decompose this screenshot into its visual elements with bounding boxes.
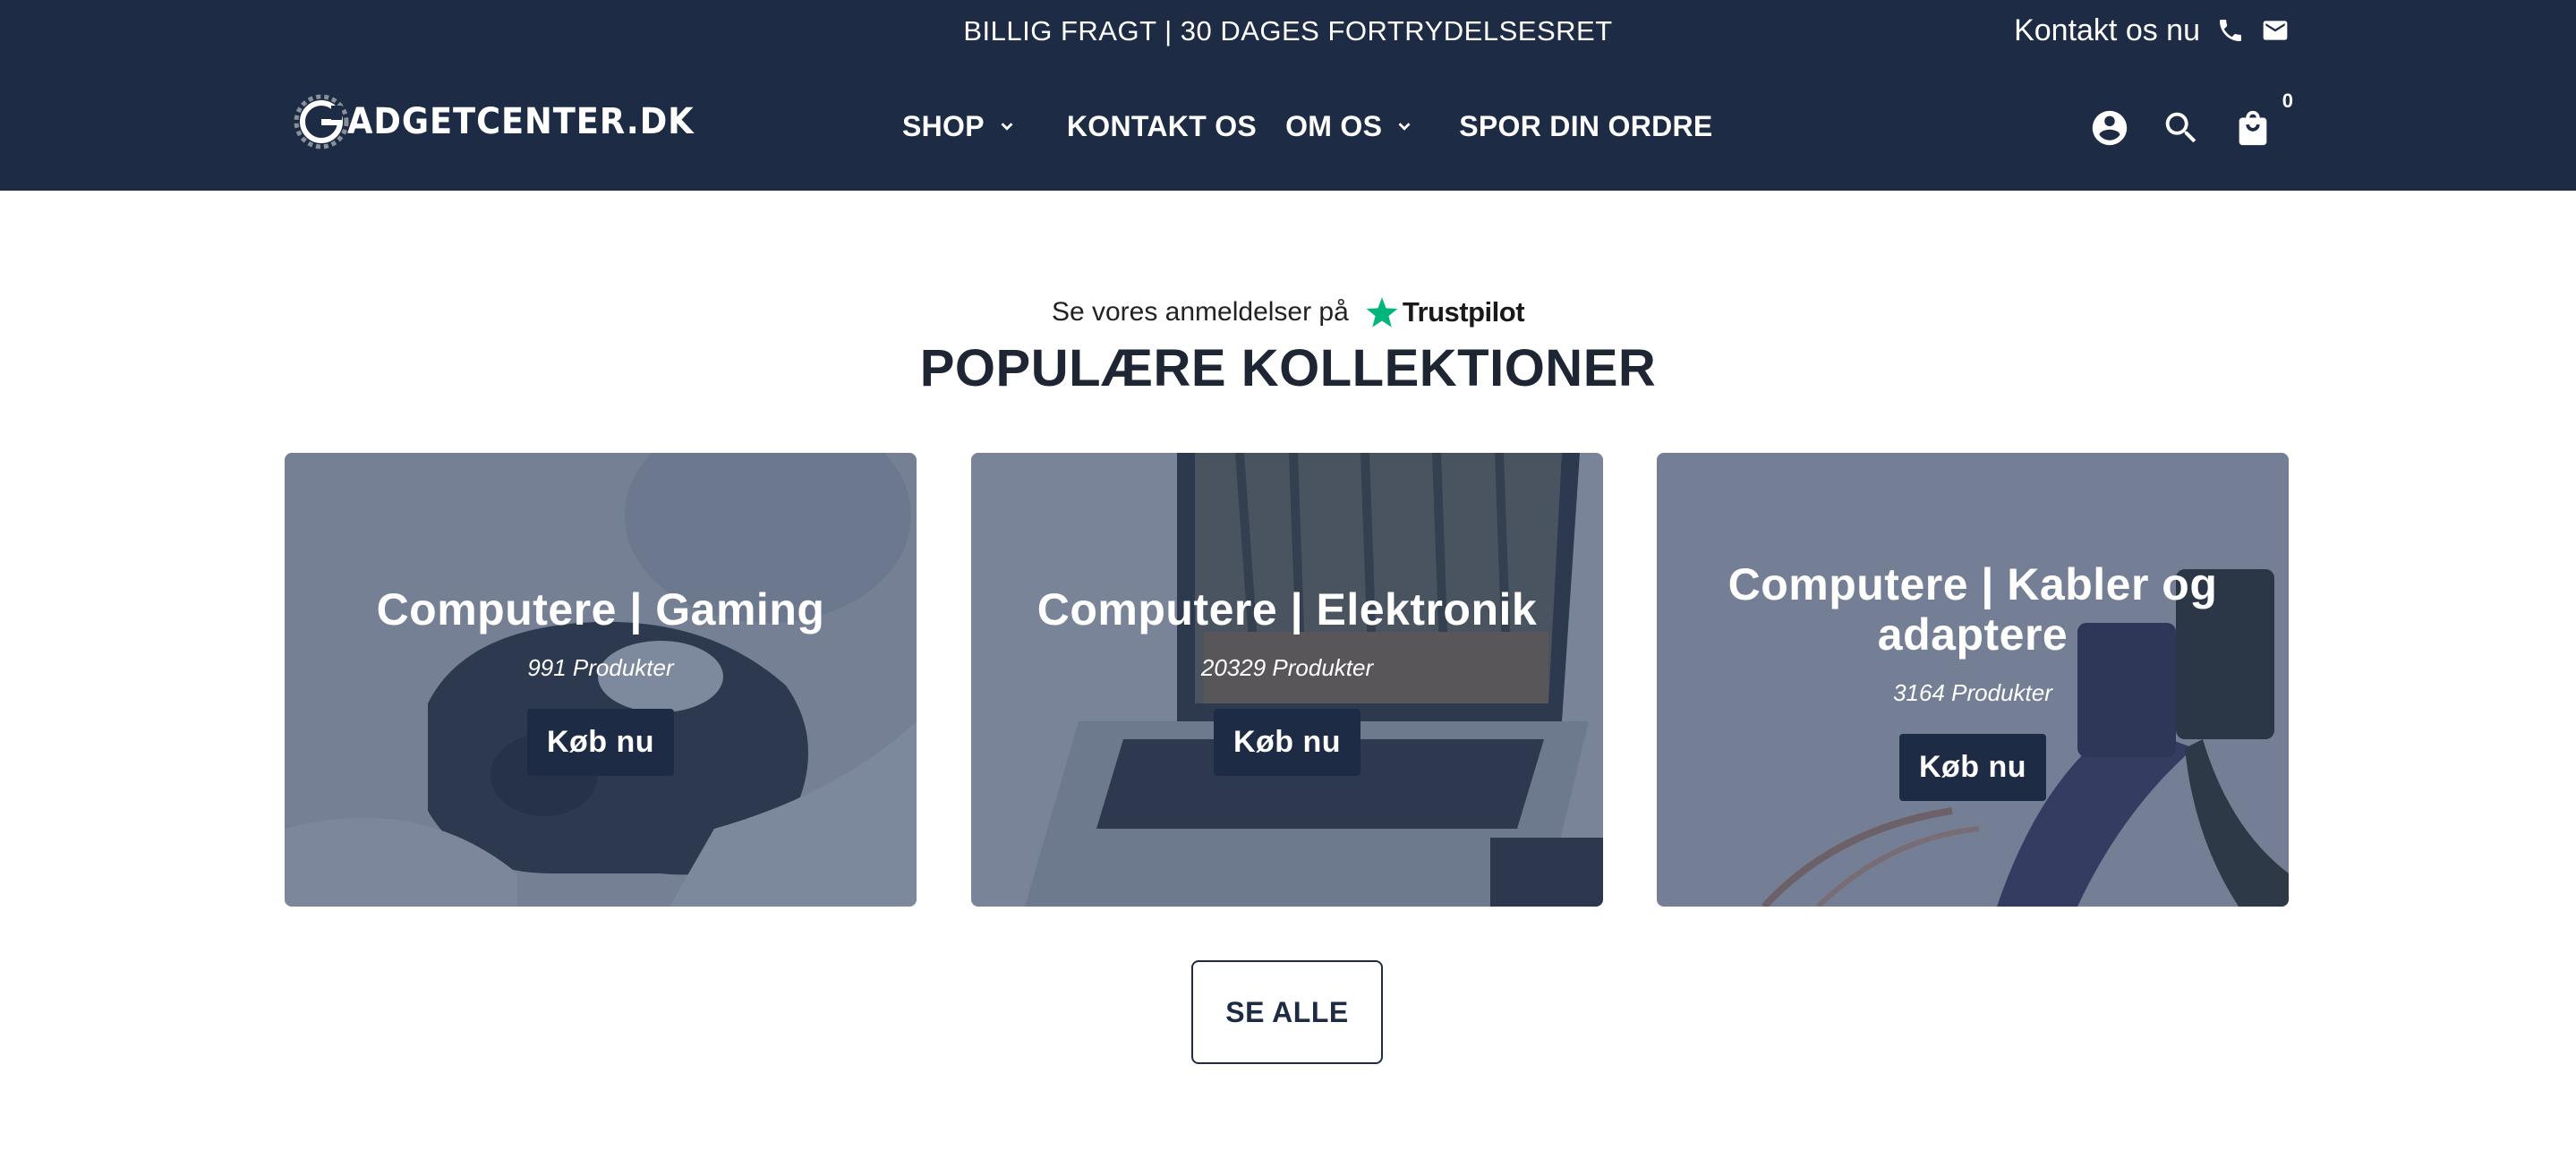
contact-label[interactable]: Kontakt os nu xyxy=(2014,11,2200,50)
logo-text: ADGETCENTER.DK xyxy=(347,101,695,142)
nav-item-label[interactable]: OM OS xyxy=(1285,110,1382,143)
nav-item-kontakt[interactable]: KONTAKT OS xyxy=(1067,110,1257,143)
section-title: POPULÆRE KOLLEKTIONER xyxy=(919,339,1657,397)
collection-title[interactable]: Computere | Elektronik xyxy=(1037,584,1537,635)
chevron-down-icon xyxy=(1398,123,1411,131)
nav-item-label[interactable]: KONTAKT OS xyxy=(1067,110,1257,143)
collection-count: 991 Produkter xyxy=(527,653,674,681)
logo-gear-icon xyxy=(294,94,349,149)
nav-item-om-os[interactable]: OM OS xyxy=(1285,110,1414,143)
buy-now-button[interactable]: Køb nu xyxy=(526,708,675,776)
buy-now-button[interactable]: Køb nu xyxy=(1898,733,2047,801)
contact-block[interactable]: Kontakt os nu xyxy=(2014,11,2290,50)
account-icon[interactable] xyxy=(2086,104,2134,152)
collection-title[interactable]: Computere | Gaming xyxy=(377,584,825,635)
collection-count: 3164 Produkter xyxy=(1893,678,2052,706)
trustpilot-widget[interactable]: Se vores anmeldelser på Trustpilot xyxy=(0,295,2576,329)
buy-now-button[interactable]: Køb nu xyxy=(1213,708,1361,776)
collection-count: 20329 Produkter xyxy=(1200,653,1374,681)
chevron-down-icon xyxy=(1001,123,1013,131)
card-content: Computere | Elektronik 20329 Produkter K… xyxy=(971,453,1603,907)
card-content: Computere | Kabler og adaptere 3164 Prod… xyxy=(1657,453,2289,907)
header-actions: 0 xyxy=(2086,89,2293,152)
card-content: Computere | Gaming 991 Produkter Køb nu xyxy=(285,453,917,907)
nav-item-shop[interactable]: SHOP xyxy=(902,110,1017,143)
trustpilot-text[interactable]: Se vores anmeldelser på xyxy=(1052,297,1349,328)
collection-title[interactable]: Computere | Kabler og adaptere xyxy=(1710,559,2235,660)
collection-card-gaming[interactable]: Computere | Gaming 991 Produkter Køb nu xyxy=(285,453,917,907)
see-all-button[interactable]: SE ALLE xyxy=(1191,960,1383,1064)
mail-icon[interactable] xyxy=(2261,16,2290,45)
trustpilot-star-icon xyxy=(1366,297,1398,328)
collection-card-elektronik[interactable]: Computere | Elektronik 20329 Produkter K… xyxy=(971,453,1603,907)
site-logo[interactable]: ADGETCENTER.DK xyxy=(292,89,724,154)
cart-icon[interactable]: 0 xyxy=(2229,89,2293,152)
nav-item-spor-ordre[interactable]: SPOR DIN ORDRE xyxy=(1459,110,1712,143)
trustpilot-brand[interactable]: Trustpilot xyxy=(1403,296,1525,328)
nav-item-label[interactable]: SHOP xyxy=(902,110,985,143)
phone-icon[interactable] xyxy=(2216,16,2245,45)
nav-item-label[interactable]: SPOR DIN ORDRE xyxy=(1459,110,1712,143)
main-nav: SHOP KONTAKT OS OM OS SPOR DIN ORDRE xyxy=(902,104,1713,149)
collection-card-kabler[interactable]: Computere | Kabler og adaptere 3164 Prod… xyxy=(1657,453,2289,907)
cart-count-badge: 0 xyxy=(2282,89,2293,112)
site-header: BILLIG FRAGT | 30 DAGES FORTRYDELSESRET … xyxy=(0,0,2576,191)
search-icon[interactable] xyxy=(2157,104,2205,152)
